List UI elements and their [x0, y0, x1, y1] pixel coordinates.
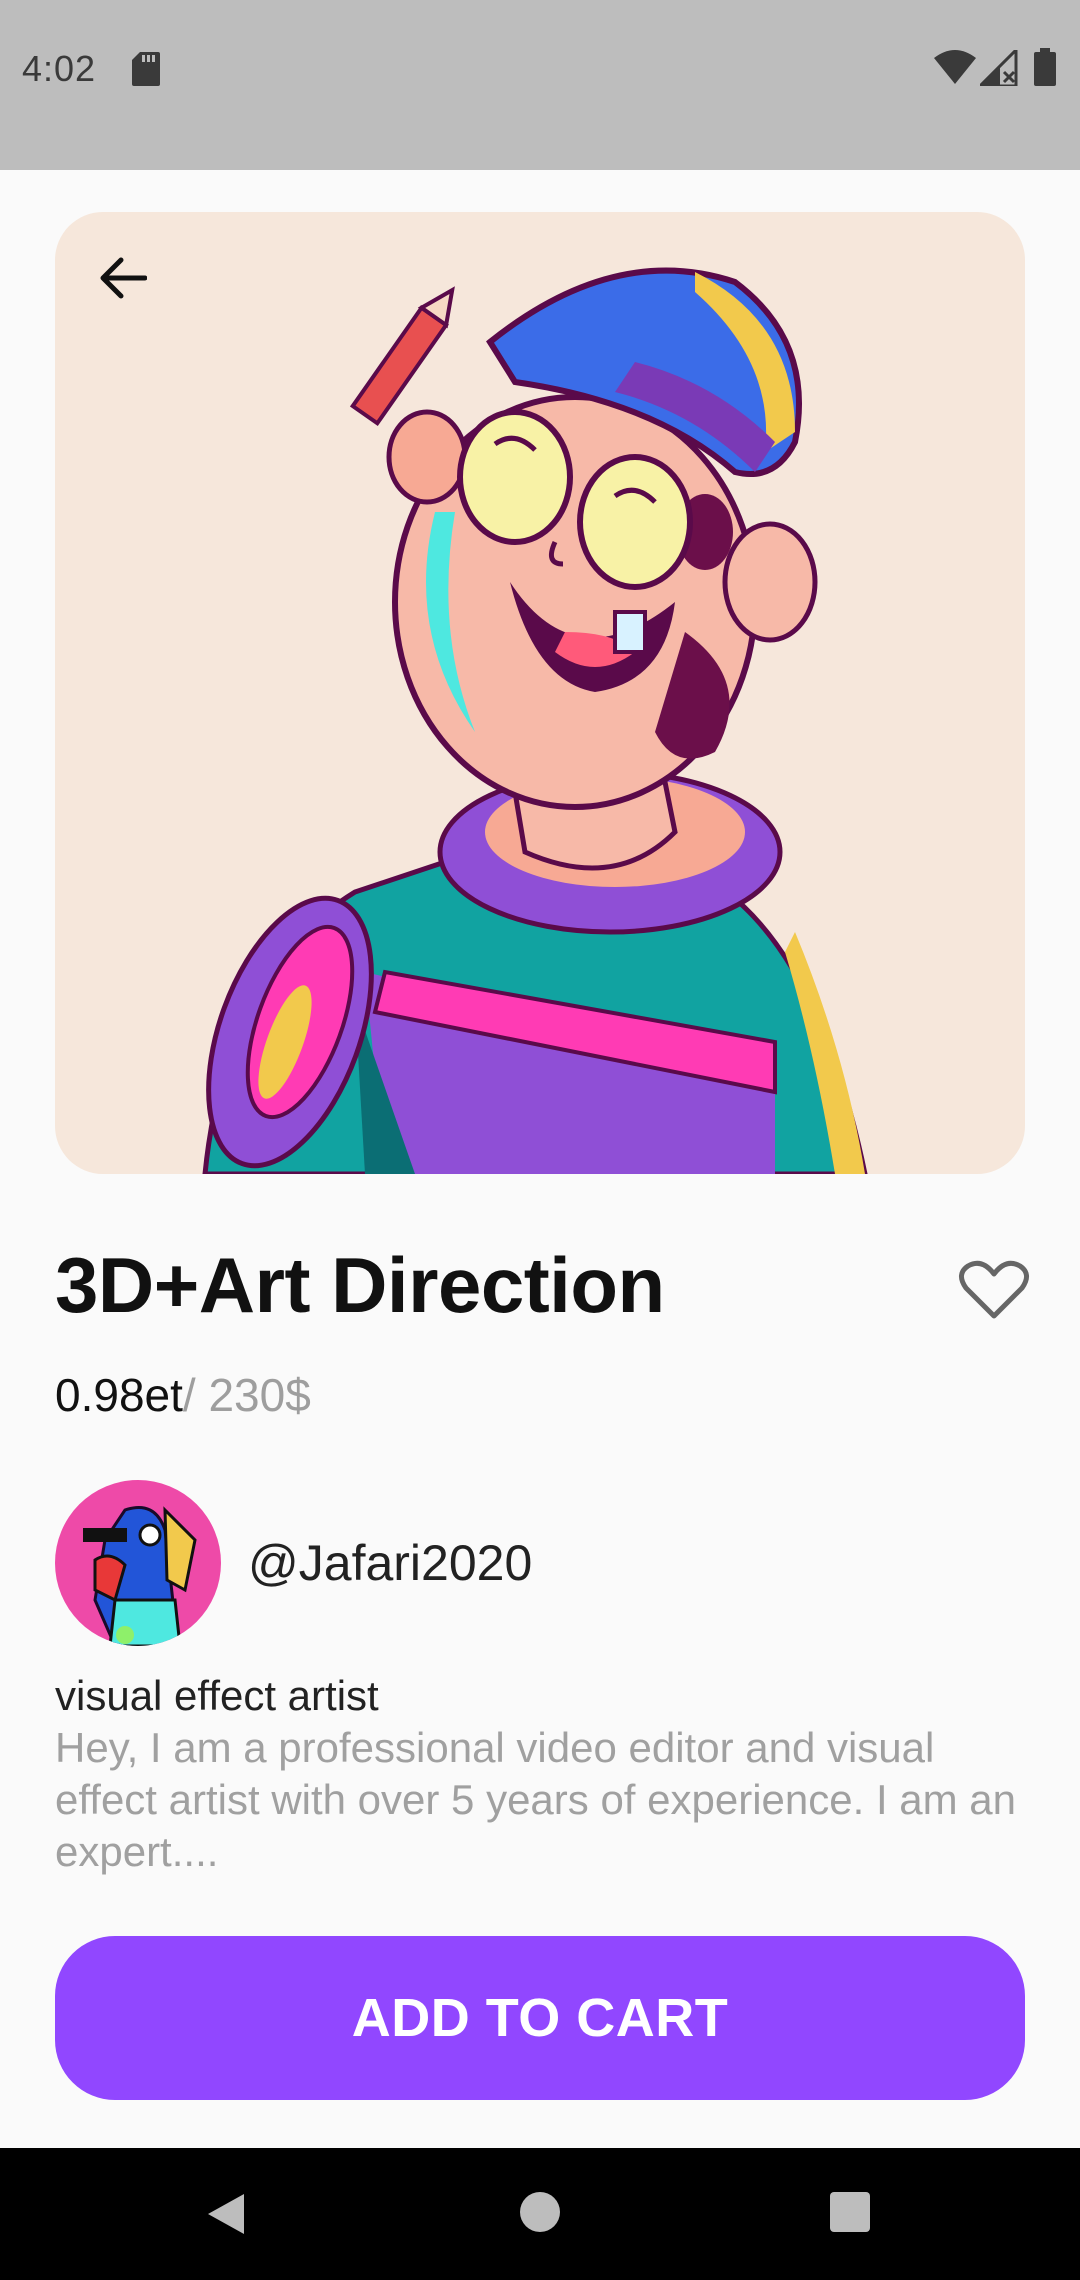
creator-username[interactable]: @Jafari2020: [248, 1534, 532, 1592]
price: 0.98et/ 230$: [55, 1368, 311, 1422]
back-button[interactable]: [88, 244, 156, 312]
wifi-icon: [934, 50, 976, 89]
product-title: 3D+Art Direction: [55, 1241, 665, 1329]
status-time: 4:02: [22, 48, 97, 89]
creator-avatar[interactable]: [55, 1480, 221, 1646]
nav-home-icon[interactable]: [516, 2188, 564, 2241]
signal-icon: [976, 46, 1018, 91]
price-eth: 0.98et: [55, 1369, 183, 1421]
add-to-cart-button[interactable]: ADD TO CART: [55, 1936, 1025, 2100]
status-bar: 4:02: [0, 0, 1080, 170]
nav-back-icon[interactable]: [204, 2190, 248, 2243]
cartoon-character-illustration: [55, 212, 1025, 1174]
creator-bio: Hey, I am a professional video editor an…: [55, 1724, 1017, 1875]
price-usd: / 230$: [182, 1369, 311, 1421]
sd-card-icon: [132, 52, 160, 91]
battery-icon: [1034, 48, 1056, 91]
product-hero-image: [55, 212, 1025, 1174]
heart-icon: [959, 1260, 1029, 1319]
avatar-illustration: [55, 1480, 221, 1646]
arrow-left-icon: [100, 257, 147, 299]
favorite-button[interactable]: [958, 1258, 1030, 1322]
creator-role: visual effect artist: [55, 1672, 379, 1719]
nav-recents-icon[interactable]: [828, 2190, 872, 2239]
